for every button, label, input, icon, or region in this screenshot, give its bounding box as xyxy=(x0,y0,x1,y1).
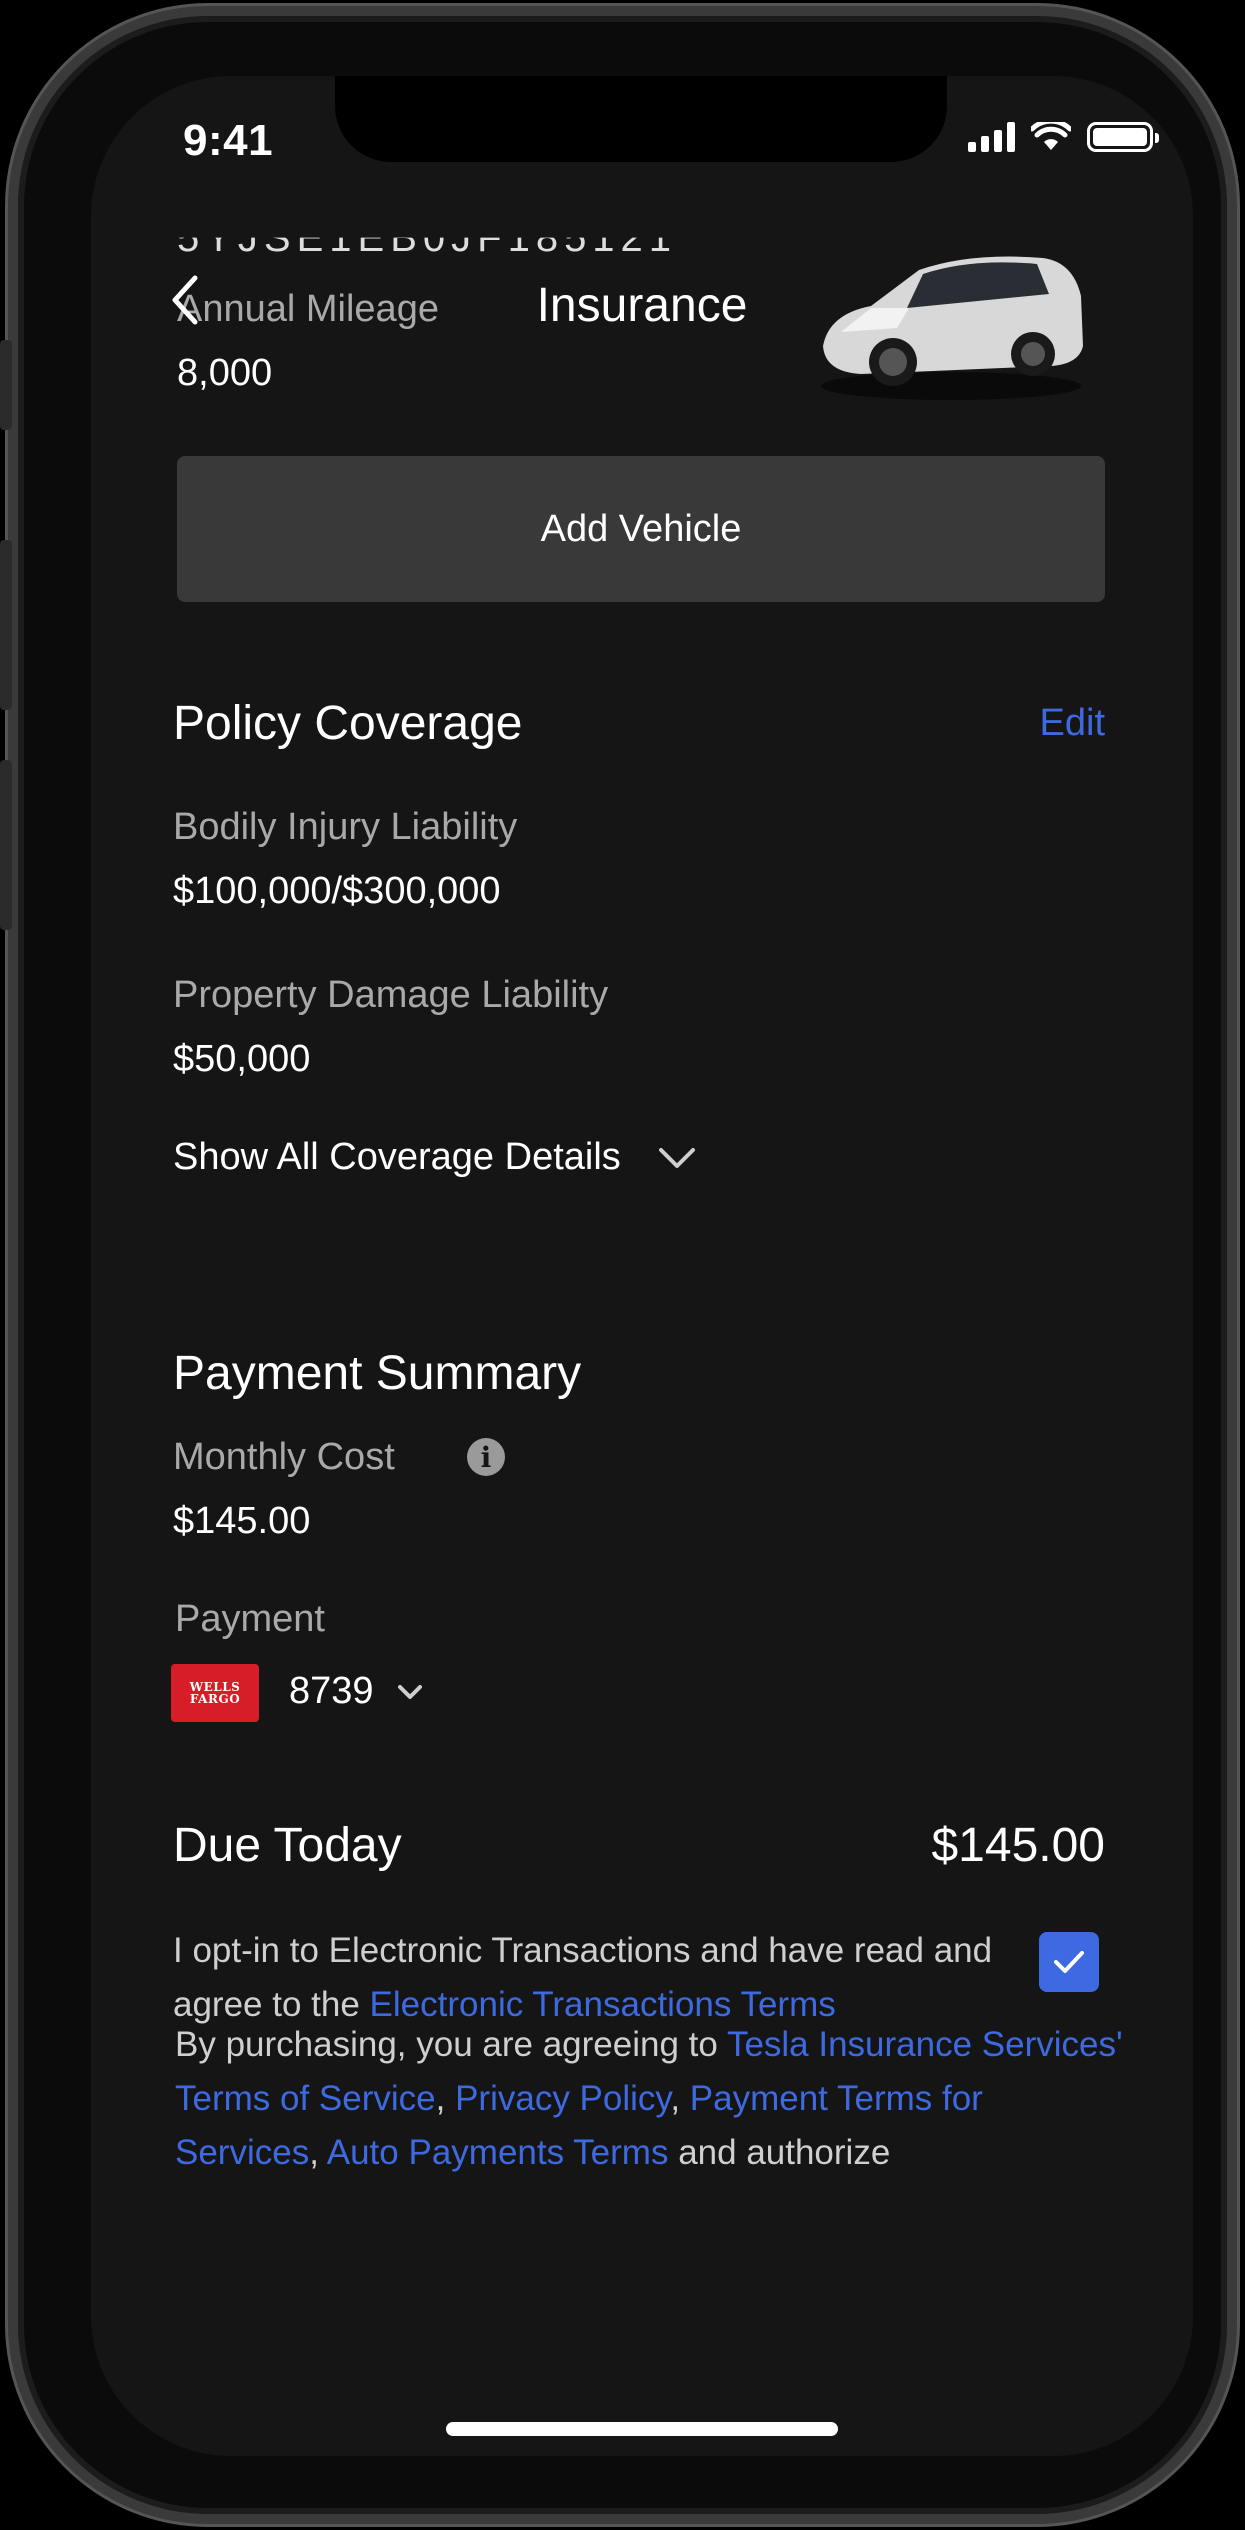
status-icons xyxy=(968,122,1159,152)
monthly-cost-label: Monthly Cost xyxy=(173,1436,395,1478)
bodily-injury-value: $100,000/$300,000 xyxy=(173,870,501,912)
volume-down-button xyxy=(0,760,12,930)
policy-coverage-title: Policy Coverage xyxy=(173,697,523,750)
screen: 9:41 Insurance 5YJSE1EB0JF185121 Annual … xyxy=(91,76,1193,2456)
battery-icon xyxy=(1087,122,1159,152)
payment-label: Payment xyxy=(175,1598,325,1640)
show-all-coverage-label: Show All Coverage Details xyxy=(173,1136,621,1178)
privacy-policy-link[interactable]: Privacy Policy xyxy=(455,2079,670,2118)
edit-coverage-link[interactable]: Edit xyxy=(1040,702,1105,745)
silent-switch xyxy=(0,340,12,430)
status-time: 9:41 xyxy=(183,116,274,165)
terms-prefix: By purchasing, you are agreeing to xyxy=(175,2025,727,2064)
monthly-cost-value: $145.00 xyxy=(173,1500,311,1542)
payment-method-selector[interactable]: 8739 xyxy=(289,1670,424,1713)
optin-text: I opt-in to Electronic Transactions and … xyxy=(173,1924,1003,2032)
due-today-label: Due Today xyxy=(173,1819,402,1872)
property-damage-value: $50,000 xyxy=(173,1038,311,1080)
volume-up-button xyxy=(0,540,12,710)
due-today-value: $145.00 xyxy=(931,1819,1105,1872)
auto-payments-terms-link[interactable]: Auto Payments Terms xyxy=(327,2133,669,2172)
show-all-coverage-toggle[interactable]: Show All Coverage Details xyxy=(173,1136,697,1179)
terms-sep-1: , xyxy=(435,2079,456,2118)
optin-checkbox[interactable] xyxy=(1039,1932,1099,1992)
terms-sep-3: , xyxy=(309,2133,327,2172)
wells-fargo-logo: WELLS FARGO xyxy=(171,1664,259,1722)
bank-logo-text: WELLS FARGO xyxy=(189,1680,241,1706)
card-last4: 8739 xyxy=(289,1670,374,1712)
terms-suffix: and authorize xyxy=(668,2133,891,2172)
property-damage-label: Property Damage Liability xyxy=(173,974,609,1016)
cellular-signal-icon xyxy=(968,122,1015,152)
vehicle-vin: 5YJSE1EB0JF185121 xyxy=(177,216,678,260)
page-title: Insurance xyxy=(536,279,748,332)
payment-summary-title: Payment Summary xyxy=(173,1347,582,1400)
terms-sep-2: , xyxy=(670,2079,690,2118)
status-bar: 9:41 xyxy=(91,76,1193,186)
annual-mileage-value: 8,000 xyxy=(177,352,273,394)
bodily-injury-label: Bodily Injury Liability xyxy=(173,806,518,848)
wifi-icon xyxy=(1031,122,1071,150)
chevron-down-icon xyxy=(397,1684,422,1699)
purchase-terms-text: By purchasing, you are agreeing to Tesla… xyxy=(175,2018,1125,2180)
add-vehicle-button[interactable]: Add Vehicle xyxy=(177,456,1105,602)
home-indicator[interactable] xyxy=(446,2422,838,2436)
nav-bar: Insurance xyxy=(91,256,1193,346)
chevron-down-icon xyxy=(658,1147,695,1168)
info-icon[interactable]: i xyxy=(467,1438,505,1476)
checkmark-icon xyxy=(1054,1951,1084,1973)
